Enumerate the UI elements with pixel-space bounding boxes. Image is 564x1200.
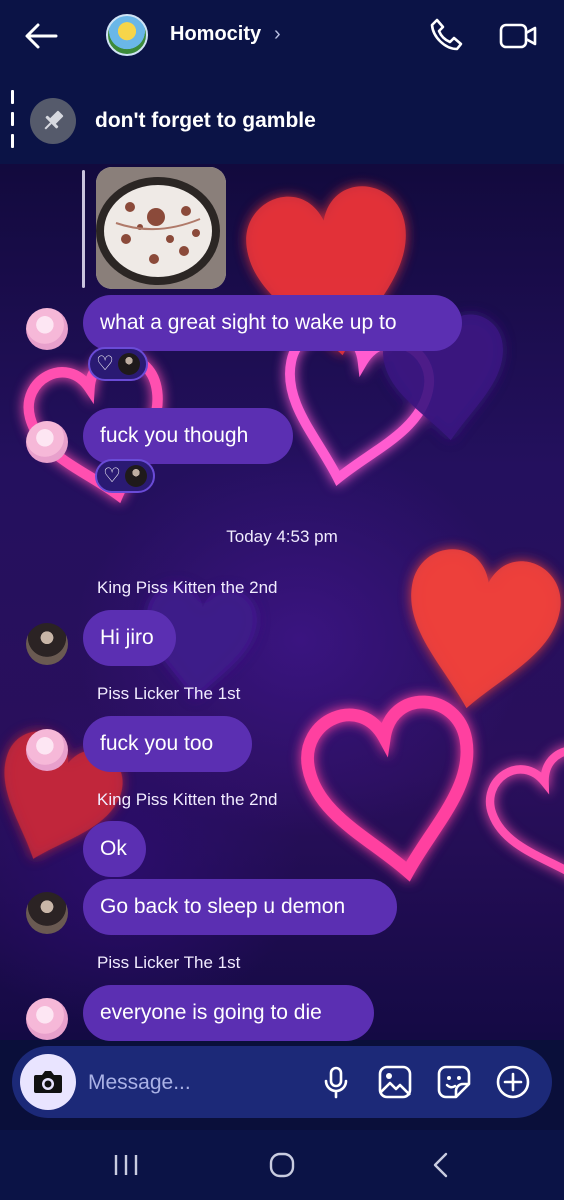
sender-avatar[interactable] bbox=[26, 623, 68, 665]
sender-avatar[interactable] bbox=[26, 729, 68, 771]
message-bubble[interactable]: everyone is going to die bbox=[83, 985, 374, 1041]
message-text: fuck you too bbox=[100, 732, 214, 755]
sender-name: Piss Licker The 1st bbox=[97, 953, 241, 972]
reactor-avatar bbox=[117, 353, 140, 375]
message-bubble[interactable]: fuck you though bbox=[83, 408, 293, 464]
message-text: Hi jiro bbox=[100, 626, 154, 649]
phone-icon[interactable] bbox=[428, 16, 466, 54]
system-nav-bar bbox=[0, 1130, 564, 1200]
message-bubble[interactable]: Hi jiro bbox=[83, 610, 176, 666]
sender-avatar[interactable] bbox=[26, 998, 68, 1040]
microphone-icon[interactable] bbox=[318, 1064, 354, 1100]
message-text: what a great sight to wake up to bbox=[100, 311, 397, 334]
back-arrow-icon[interactable] bbox=[22, 16, 62, 56]
sender-name: King Piss Kitten the 2nd bbox=[97, 790, 278, 809]
message-text: everyone is going to die bbox=[100, 1001, 322, 1024]
pinned-message-banner[interactable]: don't forget to gamble bbox=[0, 80, 564, 164]
message-text: Ok bbox=[100, 837, 127, 860]
timestamp-divider: Today 4:53 pm bbox=[226, 527, 338, 546]
reactions-pill[interactable]: ♡ bbox=[88, 347, 148, 381]
home-icon[interactable] bbox=[262, 1148, 302, 1182]
camera-icon[interactable] bbox=[20, 1054, 76, 1110]
message-input[interactable] bbox=[88, 1068, 308, 1098]
message-bubble[interactable]: Ok bbox=[83, 821, 146, 877]
sender-name: King Piss Kitten the 2nd bbox=[97, 578, 278, 597]
message-bubble[interactable]: what a great sight to wake up to bbox=[83, 295, 462, 351]
pin-icon bbox=[30, 98, 76, 144]
reactions-pill[interactable]: ♡ bbox=[95, 459, 155, 493]
sender-avatar[interactable] bbox=[26, 308, 68, 350]
message-composer bbox=[12, 1046, 552, 1118]
message-bubble[interactable]: Go back to sleep u demon bbox=[83, 879, 397, 935]
shared-photo-cake[interactable] bbox=[96, 167, 226, 289]
pinned-indicator bbox=[11, 90, 14, 154]
chat-title[interactable]: Homocity bbox=[170, 23, 261, 46]
back-icon[interactable] bbox=[422, 1148, 462, 1182]
sender-avatar[interactable] bbox=[26, 421, 68, 463]
message-text: fuck you though bbox=[100, 424, 249, 447]
reply-indicator bbox=[82, 170, 85, 288]
video-camera-icon[interactable] bbox=[498, 18, 538, 54]
white-heart-reaction-icon: ♡ bbox=[96, 353, 114, 375]
sticker-icon[interactable] bbox=[436, 1064, 472, 1100]
image-icon[interactable] bbox=[377, 1064, 413, 1100]
white-heart-reaction-icon: ♡ bbox=[103, 465, 121, 487]
sender-name: Piss Licker The 1st bbox=[97, 684, 241, 703]
sender-avatar[interactable] bbox=[26, 892, 68, 934]
pinned-text: don't forget to gamble bbox=[95, 109, 316, 132]
plus-icon[interactable] bbox=[495, 1064, 531, 1100]
group-avatar[interactable] bbox=[106, 14, 148, 56]
chevron-right-icon[interactable]: › bbox=[274, 23, 281, 46]
chat-header: Homocity › bbox=[0, 0, 564, 80]
recent-apps-icon[interactable] bbox=[106, 1148, 146, 1182]
message-text: Go back to sleep u demon bbox=[100, 895, 346, 918]
message-bubble[interactable]: fuck you too bbox=[83, 716, 252, 772]
reactor-avatar bbox=[124, 465, 147, 487]
